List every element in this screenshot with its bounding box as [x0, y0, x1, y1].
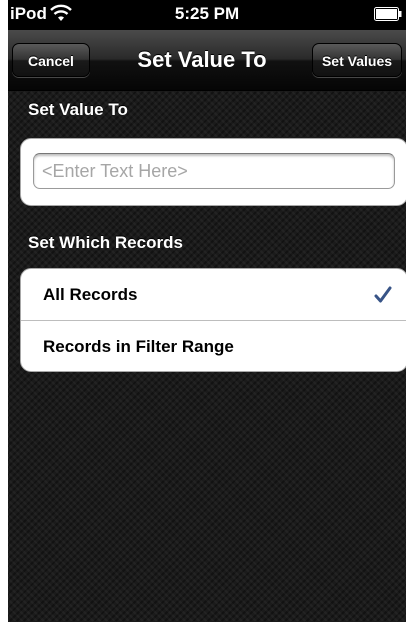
status-bar: iPod 5:25 PM: [8, 0, 406, 30]
page-title: Set Value To: [137, 47, 267, 72]
set-values-button[interactable]: Set Values: [312, 43, 402, 77]
section-header-set-records: Set Which Records: [28, 233, 183, 252]
cancel-button[interactable]: Cancel: [12, 43, 90, 77]
option-records-in-filter-range[interactable]: Records in Filter Range: [21, 321, 406, 371]
option-all-records-label: All Records: [43, 285, 138, 304]
section-header-set-value: Set Value To: [28, 100, 128, 119]
option-all-records[interactable]: All Records: [21, 269, 406, 321]
battery-icon: [374, 7, 402, 21]
checkmark-icon: [374, 286, 392, 303]
app-screen: iPod 5:25 PM Cancel Set Value To Set Val…: [8, 0, 406, 622]
status-time: 5:25 PM: [174, 4, 240, 23]
value-input-group: [20, 138, 406, 206]
value-text-field[interactable]: [33, 153, 395, 189]
records-options-group: All Records Records in Filter Range: [20, 268, 406, 372]
option-records-in-filter-range-label: Records in Filter Range: [43, 337, 234, 356]
navigation-bar: Cancel Set Value To Set Values: [8, 30, 406, 91]
